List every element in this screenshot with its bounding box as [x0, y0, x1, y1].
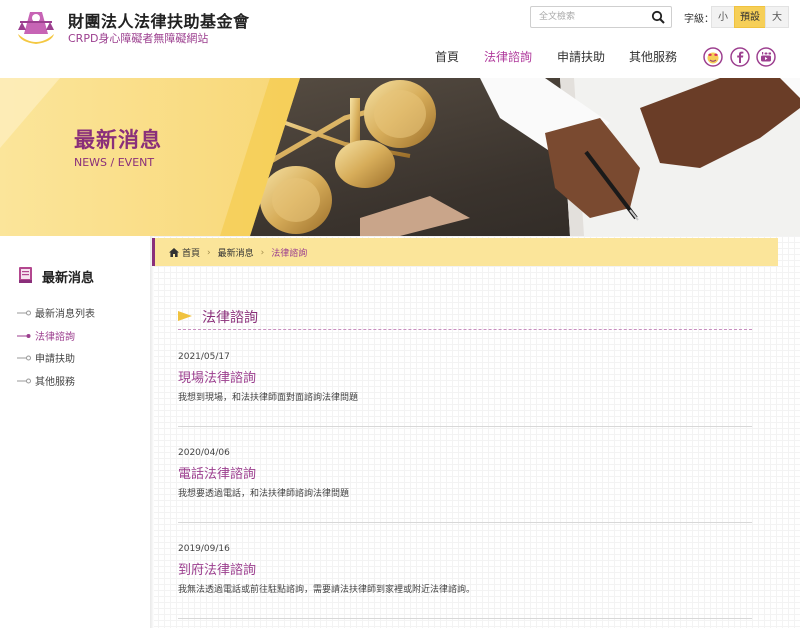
font-size-label: 字級： — [684, 14, 714, 25]
page-banner: 最新消息 NEWS / EVENT — [0, 78, 800, 236]
post-date: 2021/05/17 — [178, 352, 230, 362]
nav-item-home[interactable]: 首頁 — [435, 48, 459, 65]
search-icon[interactable] — [651, 10, 665, 24]
nav-item-other-services[interactable]: 其他服務 — [629, 48, 677, 65]
font-size-small-button[interactable]: 小 — [711, 6, 735, 28]
breadcrumb-home[interactable]: 首頁 — [182, 246, 200, 259]
section-divider — [178, 329, 752, 330]
sidebar-item-label: 法律諮詢 — [35, 332, 75, 343]
font-size-large-button[interactable]: 大 — [765, 6, 789, 28]
list-item: 2021/05/17 現場法律諮詢 我想到現場，和法扶律師面對面諮詢法律問題 — [178, 352, 752, 403]
search-box — [530, 6, 672, 28]
breadcrumb-current: 法律諮詢 — [271, 249, 308, 259]
post-title-link[interactable]: 到府法律諮詢 — [178, 559, 752, 578]
nav-item-apply-aid[interactable]: 申請扶助 — [557, 48, 605, 65]
post-description: 我想要透過電話，和法扶律師諮詢法律問題 — [178, 489, 350, 499]
sidebar-item-other-services[interactable]: 其他服務 — [17, 373, 75, 388]
chevron-right-icon: › — [260, 247, 265, 258]
news-book-icon — [19, 267, 32, 283]
home-icon — [169, 248, 179, 257]
line-bullet-icon — [17, 333, 31, 338]
section-title: 法律諮詢 — [202, 310, 258, 326]
emoji-icon[interactable] — [703, 47, 723, 67]
youtube-icon[interactable] — [756, 47, 776, 67]
facebook-icon[interactable] — [730, 47, 750, 67]
post-date: 2020/04/06 — [178, 448, 230, 458]
brand-title[interactable]: 財團法人法律扶助基金會 — [68, 8, 250, 32]
sidebar-item-label: 最新消息列表 — [35, 309, 95, 320]
line-bullet-icon — [17, 310, 31, 315]
brand-subtitle: CRPD身心障礙者無障礙網站 — [68, 32, 209, 45]
post-description: 我想到現場，和法扶律師面對面諮詢法律問題 — [178, 393, 359, 403]
sidebar — [0, 236, 152, 628]
post-title-link[interactable]: 現場法律諮詢 — [178, 367, 752, 386]
post-date: 2019/09/16 — [178, 544, 230, 554]
sidebar-item-label: 其他服務 — [35, 377, 75, 388]
search-input[interactable] — [531, 7, 645, 27]
logo-icon[interactable] — [14, 6, 58, 46]
list-divider — [178, 618, 752, 619]
flag-icon — [178, 311, 192, 321]
sidebar-item-apply-aid[interactable]: 申請扶助 — [17, 350, 75, 365]
line-bullet-icon — [17, 378, 31, 383]
font-size-switcher: 小 預設 大 — [711, 6, 789, 28]
sidebar-divider — [150, 236, 154, 628]
font-size-default-button[interactable]: 預設 — [734, 6, 766, 28]
sidebar-item-news-list[interactable]: 最新消息列表 — [17, 305, 95, 320]
banner-subtitle: NEWS / EVENT — [74, 156, 155, 169]
list-divider — [178, 426, 752, 427]
line-bullet-icon — [17, 355, 31, 360]
sidebar-title: 最新消息 — [42, 271, 95, 286]
banner-title: 最新消息 — [74, 128, 162, 152]
nav-item-legal-consultation[interactable]: 法律諮詢 — [484, 48, 532, 65]
site-header: 財團法人法律扶助基金會 CRPD身心障礙者無障礙網站 字級： 小 預設 大 首頁… — [0, 0, 800, 78]
list-divider — [178, 522, 752, 523]
breadcrumb: 首頁 › 最新消息 › 法律諮詢 — [152, 238, 778, 266]
sidebar-item-legal-consultation[interactable]: 法律諮詢 — [17, 328, 75, 343]
list-item: 2019/09/16 到府法律諮詢 我無法透過電話或前往駐點諮詢，需要請法扶律師… — [178, 544, 752, 595]
list-item: 2020/04/06 電話法律諮詢 我想要透過電話，和法扶律師諮詢法律問題 — [178, 448, 752, 499]
post-title-link[interactable]: 電話法律諮詢 — [178, 463, 752, 482]
main-nav: 首頁 法律諮詢 申請扶助 其他服務 — [0, 48, 800, 68]
breadcrumb-news[interactable]: 最新消息 — [218, 246, 254, 259]
chevron-right-icon: › — [207, 247, 211, 258]
post-description: 我無法透過電話或前往駐點諮詢，需要請法扶律師到家裡或附近法律諮詢。 — [178, 585, 476, 595]
sidebar-item-label: 申請扶助 — [35, 354, 75, 365]
